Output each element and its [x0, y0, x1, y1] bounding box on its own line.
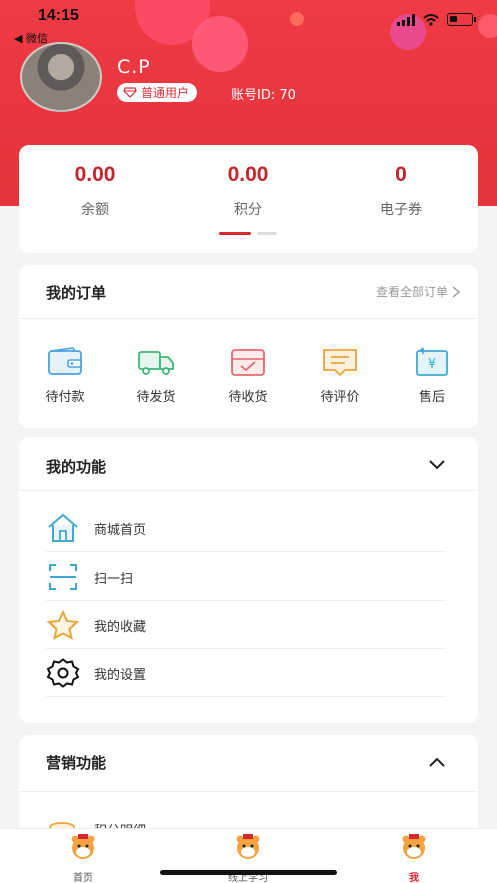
tab-online-learning[interactable]: 线上学习: [208, 833, 288, 883]
tiger-mascot-icon: [71, 834, 95, 859]
order-pending-payment[interactable]: 待付款: [25, 347, 105, 405]
func-scan[interactable]: 扫一扫: [46, 553, 446, 601]
tab-home-label: 首页: [73, 873, 93, 883]
page-indicator-inactive: [257, 232, 277, 235]
points-stat[interactable]: 0.00 积分: [178, 163, 318, 219]
order-pending-receipt-label: 待收货: [228, 390, 268, 405]
scan-icon: [49, 564, 77, 590]
functions-card: 我的功能 商城首页 扫一扫 我的收藏 我的设置: [19, 437, 478, 723]
balance-label: 余额: [81, 202, 109, 218]
status-time: 14:15: [38, 7, 79, 24]
func-mall-home-label: 商城首页: [94, 523, 147, 538]
divider: [19, 490, 478, 491]
account-id: 账号ID: 70: [231, 88, 296, 103]
page-indicator: [219, 232, 277, 235]
member-level-label: 普通用户: [141, 86, 190, 100]
gear-icon: [46, 658, 80, 688]
coupon-label: 电子券: [380, 202, 422, 218]
order-pending-review[interactable]: 待评价: [300, 347, 380, 405]
wallet-icon: [48, 347, 82, 375]
assets-card: 0.00 余额 0.00 积分 0 电子券: [19, 145, 478, 253]
tiger-mascot-icon: [402, 834, 426, 859]
comment-icon: [323, 349, 357, 377]
func-settings-label: 我的设置: [94, 668, 147, 683]
battery-icon: [447, 13, 476, 26]
chevron-right-icon: [452, 285, 460, 298]
view-all-orders-link[interactable]: 查看全部订单: [376, 283, 460, 300]
tab-home[interactable]: 首页: [43, 833, 123, 883]
home-indicator: [160, 870, 337, 875]
orders-card: 我的订单 查看全部订单 待付款 待发货 待收货 待评价 ¥ 售后: [19, 265, 478, 428]
diamond-icon: [123, 87, 137, 98]
wifi-icon: [423, 13, 439, 26]
func-favorites[interactable]: 我的收藏: [46, 601, 446, 649]
profile-section: C.P 普通用户 账号ID: 70: [20, 42, 480, 114]
tiger-mascot-icon: [236, 834, 260, 859]
points-value: 0.00: [227, 163, 269, 186]
order-after-sales[interactable]: ¥ 售后: [392, 347, 472, 405]
star-icon: [46, 610, 80, 640]
order-pending-receipt[interactable]: 待收货: [208, 347, 288, 405]
order-pending-shipment[interactable]: 待发货: [116, 347, 196, 405]
status-icons: [397, 13, 476, 26]
signal-icon: [397, 13, 415, 26]
svg-text:¥: ¥: [428, 357, 436, 372]
status-bar: 14:15 ◀ 微信: [0, 0, 497, 48]
func-scan-label: 扫一扫: [94, 572, 134, 587]
points-label: 积分: [234, 202, 262, 218]
order-pending-shipment-label: 待发货: [136, 390, 176, 405]
tab-me[interactable]: 我: [374, 833, 454, 883]
marketing-title: 营销功能: [46, 754, 107, 772]
balance-value: 0.00: [74, 163, 116, 186]
chevron-up-icon[interactable]: [428, 756, 446, 768]
order-pending-payment-label: 待付款: [45, 390, 85, 405]
view-all-orders-label: 查看全部订单: [375, 285, 448, 299]
username: C.P: [117, 56, 151, 78]
func-favorites-label: 我的收藏: [94, 620, 147, 635]
func-mall-home[interactable]: 商城首页: [46, 504, 446, 552]
page-indicator-active: [219, 232, 251, 235]
divider: [19, 318, 478, 319]
chevron-down-icon[interactable]: [428, 459, 446, 471]
order-after-sales-label: 售后: [418, 390, 445, 405]
order-pending-review-label: 待评价: [320, 390, 360, 405]
home-icon: [48, 513, 78, 542]
refund-icon: ¥: [416, 347, 448, 376]
tab-me-label: 我: [409, 873, 419, 883]
truck-icon: [138, 351, 174, 375]
avatar[interactable]: [20, 42, 102, 112]
member-level-badge: 普通用户: [117, 83, 198, 102]
orders-title: 我的订单: [46, 284, 107, 302]
coupon-stat[interactable]: 0 电子券: [331, 163, 471, 219]
functions-title: 我的功能: [46, 458, 107, 476]
coupon-value: 0: [395, 163, 407, 186]
balance-stat[interactable]: 0.00 余额: [25, 163, 165, 219]
divider: [19, 791, 478, 792]
func-settings[interactable]: 我的设置: [46, 649, 446, 697]
inbox-icon: [231, 349, 265, 376]
